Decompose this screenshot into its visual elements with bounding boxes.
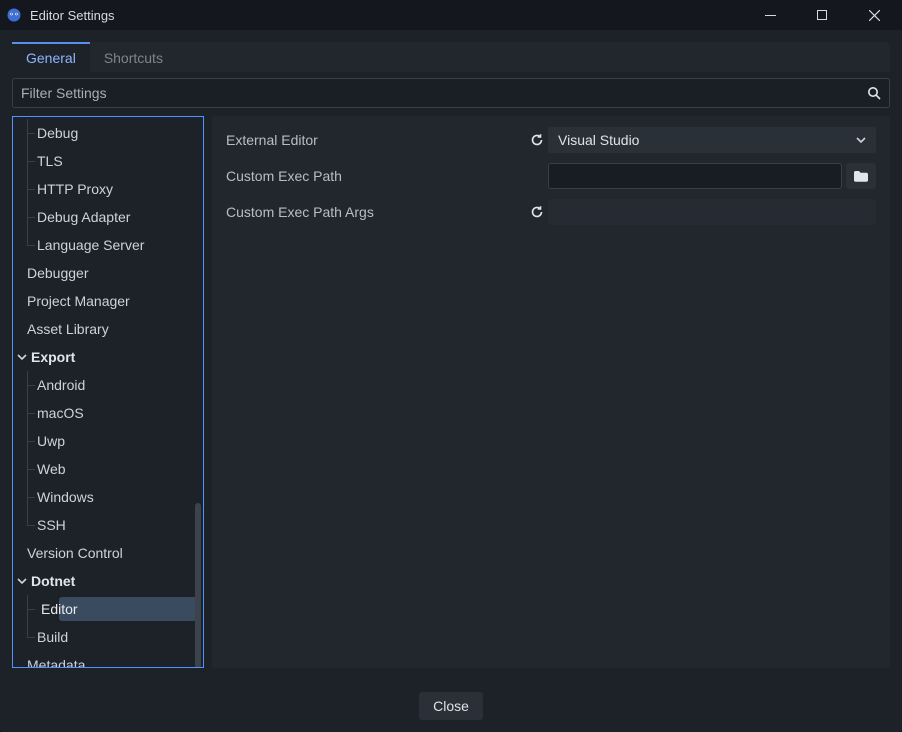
row-external-editor: External Editor Visual Studio (226, 126, 876, 154)
input-custom-exec-path[interactable] (548, 163, 842, 189)
tree-item-asset-library[interactable]: Asset Library (13, 315, 203, 343)
settings-panel: External Editor Visual Studio Custom Exe… (212, 116, 890, 668)
tab-general[interactable]: General (12, 42, 90, 72)
sidebar-scrollbar[interactable] (195, 503, 201, 668)
tabs: General Shortcuts (12, 42, 890, 72)
split-panel: Debug TLS HTTP Proxy Debug Adapter Langu… (12, 116, 890, 668)
tree-item-macos[interactable]: macOS (13, 399, 203, 427)
tree-item-web[interactable]: Web (13, 455, 203, 483)
content-frame: General Shortcuts Debug TLS HTTP Proxy D… (12, 42, 890, 668)
filter-input[interactable] (21, 85, 861, 101)
dialog-footer: Close (0, 680, 902, 732)
tree-item-debug[interactable]: Debug (13, 119, 203, 147)
window: Editor Settings General Shortcuts (0, 0, 902, 732)
row-custom-exec-path: Custom Exec Path (226, 162, 876, 190)
filter-bar[interactable] (12, 78, 890, 108)
tree-section-export[interactable]: Export (13, 343, 203, 371)
label-custom-exec-path-args: Custom Exec Path Args (226, 204, 526, 220)
chevron-down-icon[interactable] (13, 576, 31, 586)
reset-icon[interactable] (526, 205, 548, 219)
tree-item-debugger[interactable]: Debugger (13, 259, 203, 287)
row-custom-exec-path-args: Custom Exec Path Args (226, 198, 876, 226)
tree-item-debug-adapter[interactable]: Debug Adapter (13, 203, 203, 231)
input-custom-exec-path-args[interactable] (548, 199, 876, 225)
maximize-button[interactable] (800, 1, 844, 29)
close-window-button[interactable] (852, 1, 896, 29)
tree-item-version-control[interactable]: Version Control (13, 539, 203, 567)
tree-item-android[interactable]: Android (13, 371, 203, 399)
chevron-down-icon[interactable] (13, 352, 31, 362)
tree-item-ssh[interactable]: SSH (13, 511, 203, 539)
tree-item-language-server[interactable]: Language Server (13, 231, 203, 259)
app-icon (6, 7, 22, 23)
browse-folder-button[interactable] (846, 163, 876, 189)
settings-tree[interactable]: Debug TLS HTTP Proxy Debug Adapter Langu… (12, 116, 204, 668)
search-icon (867, 86, 881, 100)
tree-item-project-manager[interactable]: Project Manager (13, 287, 203, 315)
tree-item-uwp[interactable]: Uwp (13, 427, 203, 455)
window-title: Editor Settings (30, 8, 740, 23)
chevron-down-icon (856, 135, 866, 145)
tree-item-windows[interactable]: Windows (13, 483, 203, 511)
folder-icon (853, 169, 869, 183)
label-external-editor: External Editor (226, 132, 526, 148)
tree-section-dotnet[interactable]: Dotnet (13, 567, 203, 595)
reset-icon[interactable] (526, 133, 548, 147)
tree-item-http-proxy[interactable]: HTTP Proxy (13, 175, 203, 203)
label-custom-exec-path: Custom Exec Path (226, 168, 526, 184)
tree-item-editor[interactable]: Editor (13, 595, 203, 623)
minimize-button[interactable] (748, 1, 792, 29)
titlebar: Editor Settings (0, 0, 902, 30)
tab-shortcuts[interactable]: Shortcuts (90, 42, 177, 72)
close-button[interactable]: Close (419, 692, 483, 720)
tree-item-build[interactable]: Build (13, 623, 203, 651)
dropdown-external-editor[interactable]: Visual Studio (548, 127, 876, 153)
tree-item-tls[interactable]: TLS (13, 147, 203, 175)
tree-item-metadata[interactable]: Metadata (13, 651, 203, 668)
